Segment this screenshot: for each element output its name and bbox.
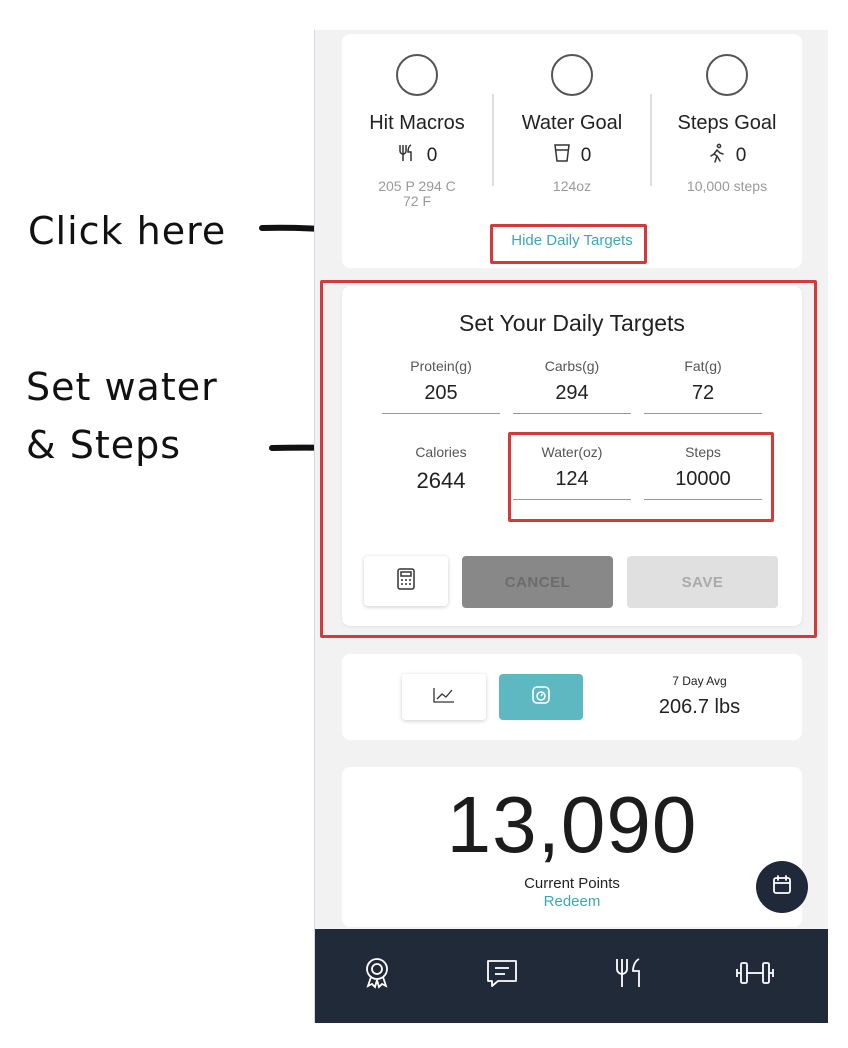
water-check-circle[interactable] xyxy=(551,54,593,96)
weight-chart-button[interactable] xyxy=(402,674,486,720)
steps-check-circle[interactable] xyxy=(706,54,748,96)
goal-macros[interactable]: Hit Macros 0 205 P 294 C 72 F xyxy=(342,34,492,234)
bottom-nav xyxy=(315,929,828,1023)
redeem-link[interactable]: Redeem xyxy=(342,893,802,910)
nav-rewards[interactable] xyxy=(357,955,397,995)
current-points-label: Current Points xyxy=(524,875,620,892)
goal-water-sub: 124oz xyxy=(552,178,592,194)
highlight-hide-targets xyxy=(490,224,647,264)
goal-steps-sub: 10,000 steps xyxy=(686,178,768,194)
goal-steps-value: 0 xyxy=(735,145,747,166)
goal-water-title: Water Goal xyxy=(521,112,623,134)
highlight-water-steps xyxy=(508,432,774,522)
divider xyxy=(492,94,494,186)
dumbbell-icon xyxy=(735,959,775,992)
walking-icon xyxy=(708,143,726,169)
cup-icon xyxy=(553,143,571,169)
goal-macros-value: 0 xyxy=(426,145,438,166)
macros-check-circle[interactable] xyxy=(396,54,438,96)
seven-day-avg-value: 206.7 lbs xyxy=(658,696,741,718)
chat-icon xyxy=(485,957,519,994)
calendar-icon xyxy=(770,873,794,902)
scale-icon xyxy=(530,684,552,711)
calendar-button[interactable] xyxy=(756,861,808,913)
seven-day-avg-label: 7 Day Avg xyxy=(672,674,727,688)
weight-scale-button[interactable] xyxy=(499,674,583,720)
line-chart-icon xyxy=(432,686,456,709)
nav-nutrition[interactable] xyxy=(609,955,649,995)
points-card: 13,090 Current Points Redeem xyxy=(342,767,802,927)
goal-macros-sub: 205 P 294 C 72 F xyxy=(378,178,456,209)
nav-workouts[interactable] xyxy=(735,955,775,995)
weight-card: 7 Day Avg 206.7 lbs xyxy=(342,654,802,740)
badge-icon xyxy=(362,956,392,995)
goal-steps[interactable]: Steps Goal 0 10,000 steps xyxy=(652,34,802,234)
nav-messages[interactable] xyxy=(482,955,522,995)
goal-water[interactable]: Water Goal 0 124oz xyxy=(497,34,647,234)
fork-knife-icon xyxy=(613,956,645,995)
goal-water-value: 0 xyxy=(580,145,592,166)
current-points-value: 13,090 xyxy=(446,780,698,869)
fork-knife-icon xyxy=(397,143,417,169)
goal-macros-title: Hit Macros xyxy=(369,112,465,134)
goal-steps-title: Steps Goal xyxy=(677,112,777,134)
